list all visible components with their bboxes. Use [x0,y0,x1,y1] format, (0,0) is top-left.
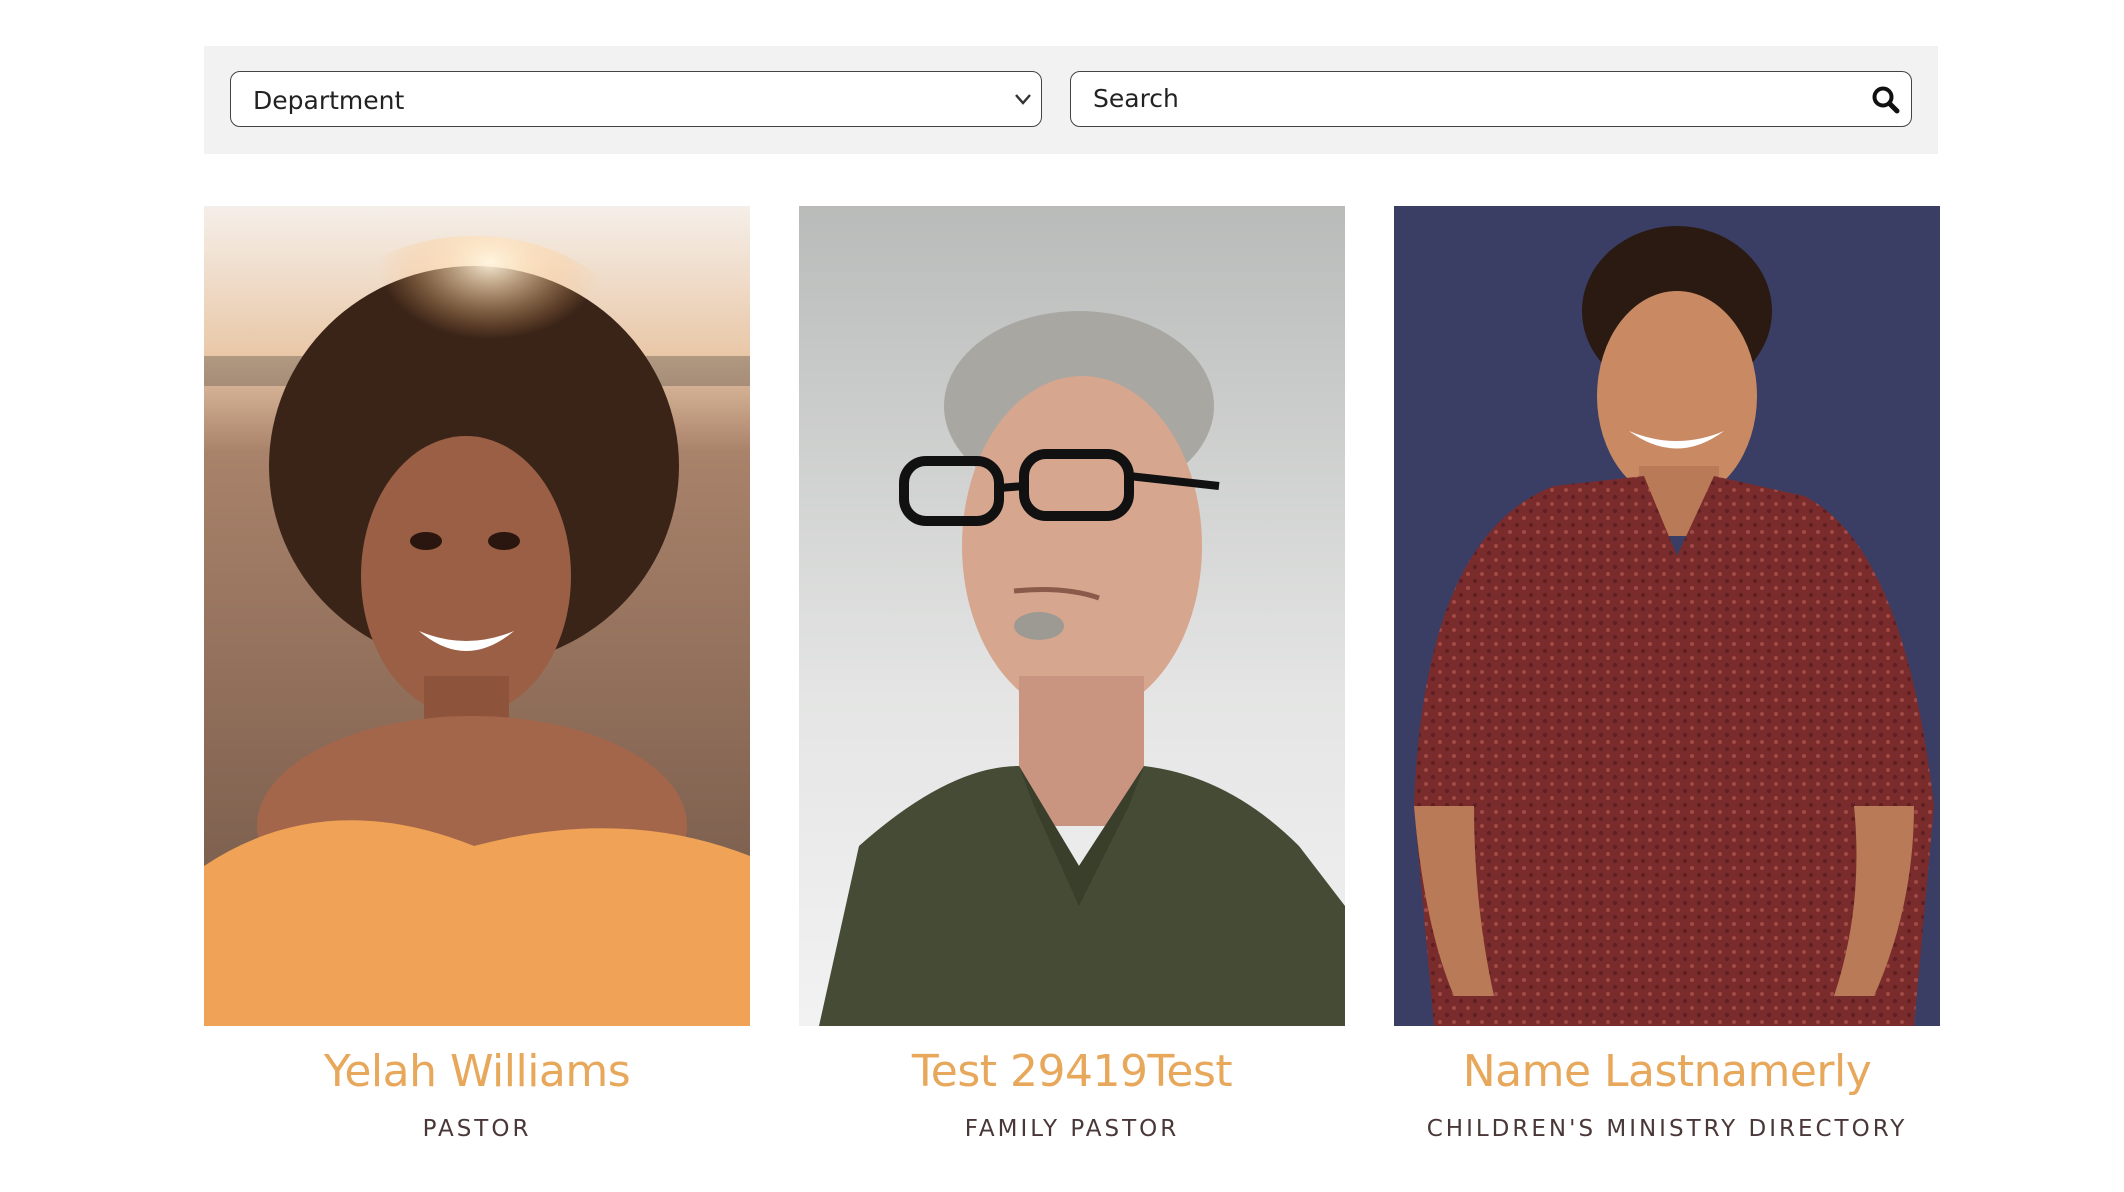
staff-role: FAMILY PASTOR [964,1116,1180,1142]
department-select-value: Department [253,86,405,115]
staff-photo[interactable] [204,206,750,1026]
staff-role: CHILDREN'S MINISTRY DIRECTORY [1426,1116,1908,1142]
filter-bar: Department [204,46,1938,154]
staff-photo-person-red-shirt [1394,206,1940,1026]
chevron-down-icon [1015,94,1031,105]
staff-card[interactable]: Yelah Williams PASTOR [204,206,750,1144]
search-icon[interactable] [1871,85,1901,115]
staff-name[interactable]: Name Lastnamerly [1394,1044,1940,1100]
staff-photo-man-glasses [799,206,1345,1026]
staff-name[interactable]: Yelah Williams [204,1044,750,1100]
staff-photo[interactable] [1394,206,1940,1026]
staff-card[interactable]: Name Lastnamerly CHILDREN'S MINISTRY DIR… [1394,206,1940,1144]
department-select[interactable]: Department [230,71,1042,127]
staff-photo-woman-curly-hair [204,206,750,1026]
staff-card[interactable]: Test 29419Test FAMILY PASTOR [799,206,1345,1144]
staff-role: PASTOR [422,1116,532,1142]
staff-name[interactable]: Test 29419Test [799,1044,1345,1100]
search-input[interactable] [1093,72,1833,125]
search-field[interactable] [1070,71,1912,127]
staff-photo[interactable] [799,206,1345,1026]
